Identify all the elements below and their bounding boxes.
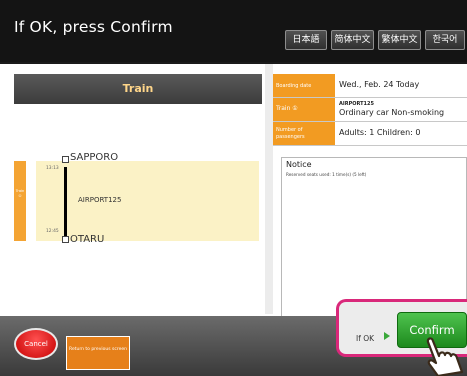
details-row-date: Boarding date Wed., Feb. 24 Today [273, 74, 467, 98]
lang-japanese-button[interactable]: 日本語 [285, 30, 327, 50]
details-row-passengers: Number of passengers Adults: 1 Children:… [273, 122, 467, 146]
lang-korean-button[interactable]: 한국어 [425, 30, 465, 50]
departure-stop-marker [62, 156, 69, 163]
train-name-value: AIRPORT125 [339, 101, 374, 107]
route-train-name: AIRPORT125 [78, 196, 122, 204]
notice-text: Reserved seats used: 1 time(s) (5 left) [286, 172, 367, 177]
train-side-tab-label: Train ① [15, 189, 25, 198]
pointing-hand-icon [426, 337, 464, 376]
departure-station: SAPPORO [70, 152, 119, 163]
train-label: Train ① [273, 98, 335, 121]
lang-simplified-chinese-button[interactable]: 简体中文 [331, 30, 374, 50]
notice-title: Notice [286, 160, 312, 169]
details-table: Boarding date Wed., Feb. 24 Today Train … [273, 74, 467, 146]
train-panel-header: Train [14, 74, 262, 104]
details-row-train: Train ① AIRPORT125 Ordinary car Non-smok… [273, 98, 467, 122]
arrival-time: 12:45 [46, 229, 59, 234]
passengers-label: Number of passengers [273, 122, 335, 145]
page-title: If OK, press Confirm [14, 18, 173, 36]
car-type-value: Ordinary car Non-smoking [339, 108, 445, 117]
boarding-date-label: Boarding date [273, 74, 335, 97]
panel-divider [265, 64, 273, 314]
arrow-right-icon [384, 332, 390, 340]
if-ok-label: If OK [356, 334, 375, 343]
return-to-previous-button[interactable]: Return to previous screen [66, 336, 130, 370]
train-side-tab: Train ① [14, 161, 26, 241]
route-line [64, 167, 67, 239]
departure-time: 13:13 [46, 166, 59, 171]
cancel-button[interactable]: Cancel [14, 328, 58, 360]
top-bar: If OK, press Confirm 日本語 简体中文 繁体中文 한국어 [0, 0, 467, 62]
arrival-stop-marker [62, 236, 69, 243]
passengers-value: Adults: 1 Children: 0 [339, 128, 421, 137]
route-band [36, 161, 259, 241]
arrival-station: OTARU [70, 234, 105, 245]
boarding-date-value: Wed., Feb. 24 Today [339, 80, 420, 89]
lang-traditional-chinese-button[interactable]: 繁体中文 [378, 30, 421, 50]
notice-box: Notice Reserved seats used: 1 time(s) (5… [281, 157, 467, 319]
